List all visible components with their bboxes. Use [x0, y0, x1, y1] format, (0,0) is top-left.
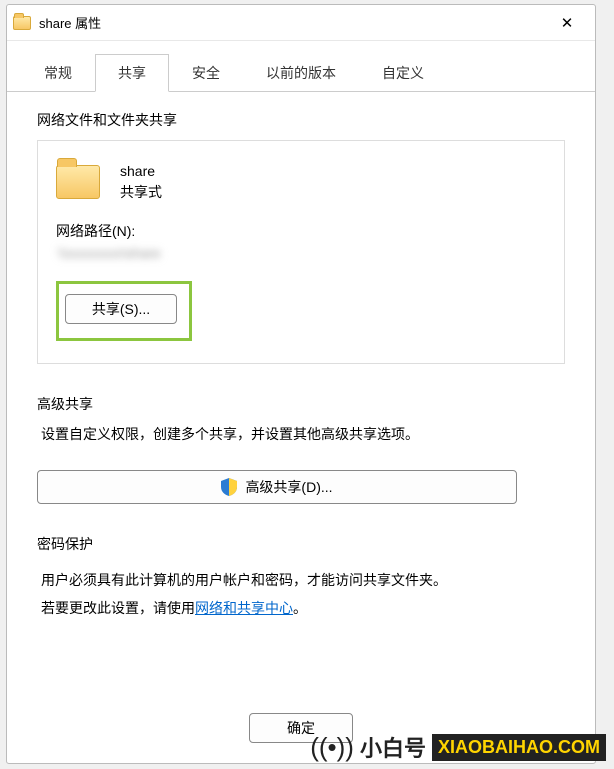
advanced-share-button[interactable]: 高级共享(D)... [37, 470, 517, 504]
brand-name-cn: 小白号 [360, 731, 426, 763]
close-icon: ✕ [561, 14, 574, 32]
tab-security[interactable]: 安全 [169, 54, 243, 92]
password-section: 密码保护 用户必须具有此计算机的用户帐户和密码，才能访问共享文件夹。 若要更改此… [37, 534, 565, 622]
network-share-title: 网络文件和文件夹共享 [37, 110, 565, 130]
advanced-share-title: 高级共享 [37, 394, 565, 414]
password-title: 密码保护 [37, 534, 565, 554]
advanced-share-button-label: 高级共享(D)... [245, 477, 332, 497]
broadcast-icon: ((•)) [310, 732, 354, 763]
advanced-share-section: 高级共享 设置自定义权限，创建多个共享，并设置其他高级共享选项。 高级共享(D)… [37, 394, 565, 504]
brand-url: XIAOBAIHAO.COM [432, 734, 606, 761]
tutorial-highlight: 共享(S)... [56, 281, 192, 341]
close-button[interactable]: ✕ [545, 9, 589, 37]
tabs: 常规 共享 安全 以前的版本 自定义 [7, 41, 595, 92]
tab-general[interactable]: 常规 [21, 54, 95, 92]
advanced-share-desc: 设置自定义权限，创建多个共享，并设置其他高级共享选项。 [41, 424, 561, 444]
folder-large-icon [56, 165, 100, 199]
tab-custom[interactable]: 自定义 [359, 54, 447, 92]
network-sharing-center-link[interactable]: 网络和共享中心 [195, 600, 293, 616]
password-desc-2: 若要更改此设置，请使用网络和共享中心。 [41, 594, 561, 622]
shield-icon [221, 478, 237, 496]
network-path-value: \\xxxxxxxx\share [58, 245, 546, 263]
content: 网络文件和文件夹共享 share 共享式 网络路径(N): \\xxxxxxxx… [7, 92, 595, 622]
folder-icon [13, 16, 31, 30]
folder-name: share [120, 161, 162, 182]
tab-sharing[interactable]: 共享 [95, 54, 169, 92]
properties-window: share 属性 ✕ 常规 共享 安全 以前的版本 自定义 网络文件和文件夹共享… [6, 4, 596, 764]
share-state: 共享式 [120, 182, 162, 203]
share-button[interactable]: 共享(S)... [65, 294, 177, 324]
network-path-label: 网络路径(N): [56, 221, 546, 241]
window-title: share 属性 [39, 13, 101, 32]
tab-previous-versions[interactable]: 以前的版本 [243, 54, 359, 92]
network-share-group: share 共享式 网络路径(N): \\xxxxxxxx\share 共享(S… [37, 140, 565, 364]
password-desc-1: 用户必须具有此计算机的用户帐户和密码，才能访问共享文件夹。 [41, 566, 561, 594]
brand-watermark: ((•)) 小白号 XIAOBAIHAO.COM [310, 731, 606, 763]
titlebar: share 属性 ✕ [7, 5, 595, 41]
